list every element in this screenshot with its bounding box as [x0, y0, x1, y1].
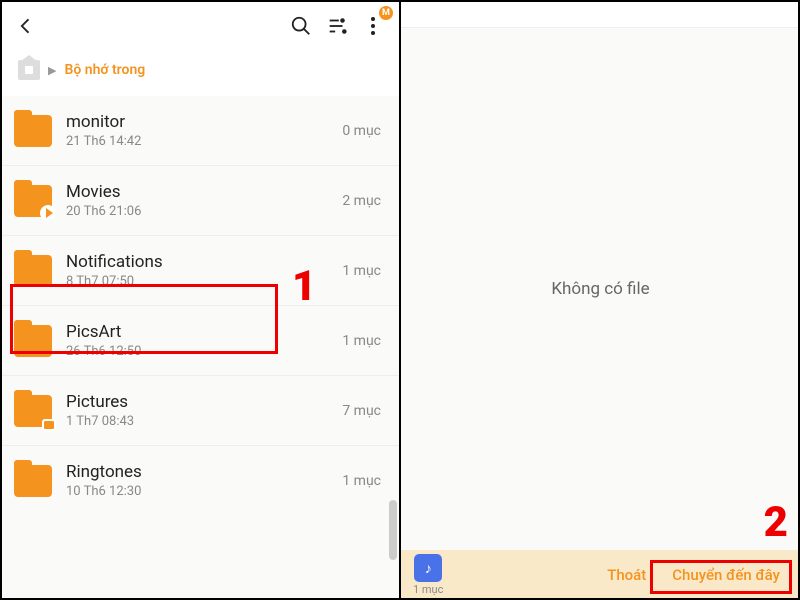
exit-button[interactable]: Thoát	[599, 560, 654, 590]
menu-badge: M	[379, 6, 393, 20]
folder-icon	[14, 185, 52, 217]
breadcrumb-label: Bộ nhớ trong	[64, 62, 145, 78]
folder-row[interactable]: Ringtones 10 Th6 12:30 1 mục	[0, 445, 399, 515]
clipboard-file-icon[interactable]: ♪	[414, 554, 442, 582]
folder-name: PicsArt	[66, 322, 328, 342]
folder-date: 26 Th6 12:50	[66, 344, 328, 359]
sort-icon[interactable]	[319, 8, 355, 44]
folder-icon	[14, 115, 52, 147]
folder-name: Notifications	[66, 252, 328, 272]
folder-count: 1 mục	[342, 333, 385, 349]
folder-count: 2 mục	[342, 193, 385, 209]
top-bar: M	[0, 0, 399, 52]
folder-row[interactable]: Pictures 1 Th7 08:43 7 mục	[0, 375, 399, 445]
annotation-number-2: 2	[764, 498, 788, 547]
search-icon[interactable]	[283, 8, 319, 44]
folder-list: monitor 21 Th6 14:42 0 mục Movies 20 Th6 21:…	[0, 96, 399, 600]
folder-count: 1 mục	[342, 263, 385, 279]
folder-row[interactable]: PicsArt 26 Th6 12:50 1 mục	[0, 305, 399, 375]
folder-date: 20 Th6 21:06	[66, 204, 328, 219]
folder-row[interactable]: Movies 20 Th6 21:06 2 mục	[0, 165, 399, 235]
move-here-button[interactable]: Chuyển đến đây	[664, 560, 788, 590]
breadcrumb[interactable]: ▶ Bộ nhớ trong	[0, 52, 399, 96]
folder-name: Movies	[66, 182, 328, 202]
folder-row[interactable]: Notifications 8 Th7 07:50 1 mục	[0, 235, 399, 305]
folder-icon	[14, 395, 52, 427]
folder-count: 0 mục	[342, 123, 385, 139]
empty-state: Không có file	[401, 28, 800, 550]
folder-icon	[14, 255, 52, 287]
folder-row[interactable]: monitor 21 Th6 14:42 0 mục	[0, 96, 399, 165]
folder-date: 1 Th7 08:43	[66, 414, 328, 429]
folder-icon	[14, 465, 52, 497]
menu-icon[interactable]: M	[355, 8, 391, 44]
empty-text: Không có file	[551, 279, 649, 299]
folder-date: 10 Th6 12:30	[66, 484, 328, 499]
folder-count: 7 mục	[342, 403, 385, 419]
folder-name: Pictures	[66, 392, 328, 412]
folder-date: 8 Th7 07:50	[66, 274, 328, 289]
annotation-number-1: 1	[292, 262, 316, 311]
clipboard-count: 1 mục	[413, 583, 443, 596]
chevron-right-icon: ▶	[48, 64, 56, 77]
scrollbar[interactable]	[389, 500, 397, 560]
home-icon	[18, 60, 40, 80]
folder-date: 21 Th6 14:42	[66, 134, 328, 149]
folder-icon	[14, 325, 52, 357]
right-header-strip	[401, 0, 800, 28]
folder-count: 1 mục	[342, 473, 385, 489]
folder-name: Ringtones	[66, 462, 328, 482]
folder-name: monitor	[66, 112, 328, 132]
back-button[interactable]	[8, 8, 44, 44]
action-bar: ♪ 1 mục Thoát Chuyển đến đây	[401, 550, 800, 600]
